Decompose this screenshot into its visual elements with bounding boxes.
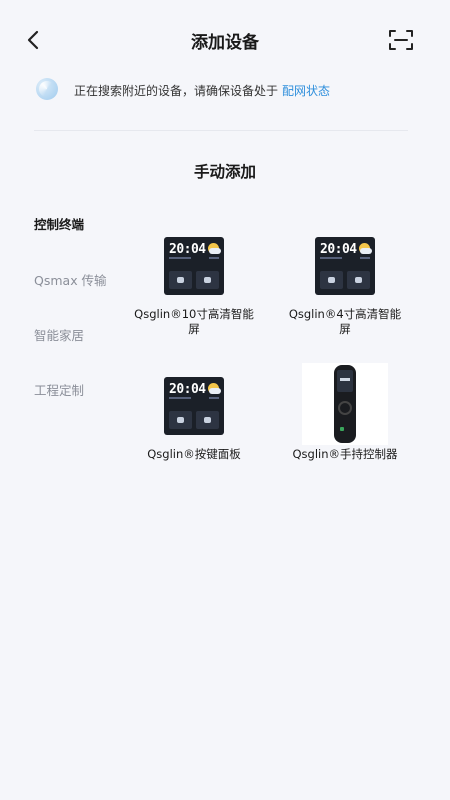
handheld-controller-image (302, 363, 388, 445)
smart-screen-image: 20:04 (315, 237, 375, 295)
searching-spinner-icon (36, 78, 58, 100)
category-smart-home[interactable]: 智能家居 (34, 325, 84, 344)
device-label: Qsglin®4寸高清智能屏 (288, 307, 402, 336)
divider (34, 130, 408, 131)
header: 添加设备 (0, 0, 450, 80)
search-hint: 正在搜索附近的设备，请确保设备处于 (74, 84, 279, 98)
page-title: 添加设备 (191, 33, 259, 53)
search-status: 正在搜索附近的设备，请确保设备处于 配网状态 (36, 78, 416, 102)
smart-screen-image: 20:04 (164, 237, 224, 295)
device-label: Qsglin®10寸高清智能屏 (134, 307, 254, 336)
device-card-4inch-screen[interactable]: 20:04 Qsglin®4寸高清智能屏 (280, 237, 410, 337)
category-control-terminal[interactable]: 控制终端 (34, 214, 84, 233)
device-label: Qsglin®按键面板 (147, 447, 241, 461)
device-label: Qsglin®手持控制器 (292, 447, 398, 461)
manual-add-title: 手动添加 (193, 163, 256, 181)
key-panel-image: 20:04 (164, 377, 224, 435)
category-engineering[interactable]: 工程定制 (34, 380, 84, 399)
device-card-handheld-controller[interactable]: Qsglin®手持控制器 (280, 363, 410, 462)
scan-icon (389, 30, 413, 50)
scan-button[interactable] (388, 28, 414, 52)
device-card-10inch-screen[interactable]: 20:04 Qsglin®10寸高清智能屏 (129, 237, 259, 337)
search-status-text: 正在搜索附近的设备，请确保设备处于 配网状态 (74, 82, 330, 99)
network-status-link[interactable]: 配网状态 (282, 84, 330, 98)
category-qsmax[interactable]: Qsmax 传输 (34, 270, 107, 289)
device-card-key-panel[interactable]: 20:04 Qsglin®按键面板 (129, 377, 259, 462)
